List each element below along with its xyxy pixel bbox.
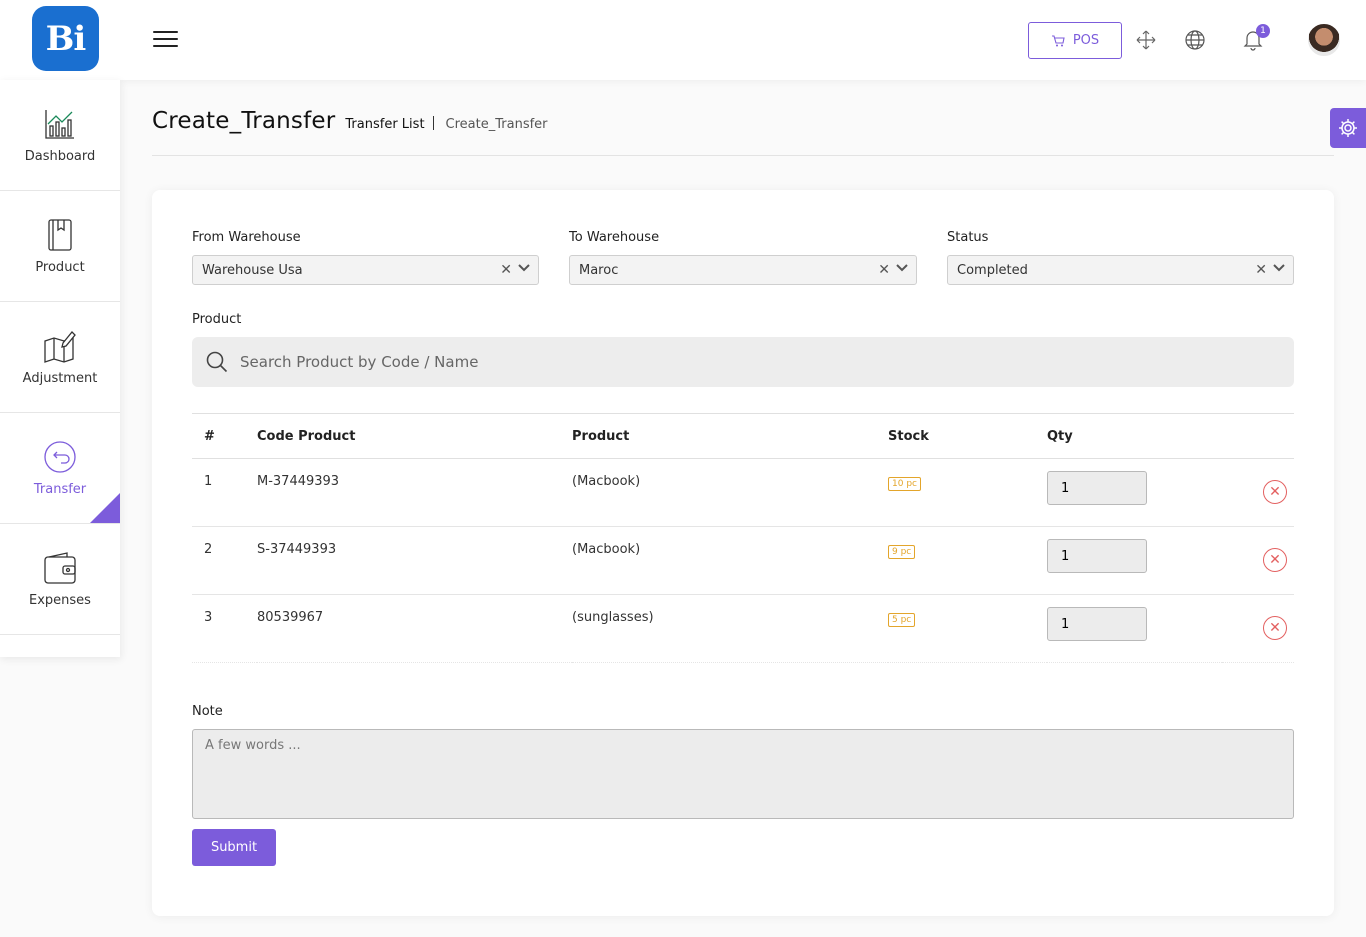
product-code: 80539967 (257, 594, 572, 663)
clear-icon[interactable]: ✕ (878, 262, 890, 278)
column-header-stock: Stock (888, 413, 1047, 459)
column-header-code: Code Product (257, 413, 572, 459)
product-name: (sunglasses) (572, 594, 888, 663)
product-name: (Macbook) (572, 526, 888, 595)
sidebar-item-label: Dashboard (24, 148, 96, 164)
action-cell: ✕ (1222, 458, 1294, 527)
remove-row-icon[interactable]: ✕ (1263, 480, 1287, 504)
search-icon (206, 351, 228, 373)
chevron-down-icon (1273, 264, 1285, 272)
submit-button[interactable]: Submit (192, 829, 276, 866)
table-header-row: # Code Product Product Stock Qty (192, 413, 1294, 459)
products-table: # Code Product Product Stock Qty 1 M-374… (192, 413, 1294, 663)
language-globe-icon[interactable] (1183, 28, 1207, 52)
product-label: Product (192, 312, 242, 327)
column-header-product: Product (572, 413, 888, 459)
sidebar-item-label: Expenses (29, 592, 91, 608)
sidebar-item-label: Transfer (33, 481, 87, 497)
user-avatar[interactable] (1306, 22, 1342, 58)
chevron-down-icon (896, 264, 908, 272)
sidebar: Dashboard Product Adjustment Transfer Ex… (0, 80, 120, 657)
column-header-actions (1222, 413, 1294, 459)
logo-text: Bi (45, 18, 87, 59)
sidebar-item-product[interactable]: Product (0, 191, 120, 302)
column-header-qty: Qty (1047, 413, 1222, 459)
stock-cell: 10 pc (888, 458, 1047, 527)
stock-badge: 5 pc (888, 613, 916, 627)
notification-badge: 1 (1256, 24, 1270, 38)
sidebar-item-expenses[interactable]: Expenses (0, 524, 120, 635)
breadcrumb-current: Create_Transfer (445, 117, 548, 132)
page-title: Create_Transfer (152, 108, 336, 134)
row-number: 3 (192, 594, 257, 663)
action-cell: ✕ (1222, 594, 1294, 663)
menu-toggle-icon[interactable] (153, 31, 178, 49)
qty-input[interactable] (1047, 539, 1147, 573)
remove-row-icon[interactable]: ✕ (1263, 616, 1287, 640)
to-warehouse-label: To Warehouse (569, 230, 660, 245)
product-code: S-37449393 (257, 526, 572, 595)
from-warehouse-label: From Warehouse (192, 230, 301, 245)
from-warehouse-value: Warehouse Usa (202, 262, 303, 278)
action-cell: ✕ (1222, 526, 1294, 595)
clear-icon[interactable]: ✕ (1255, 262, 1267, 278)
product-name: (Macbook) (572, 458, 888, 527)
cart-icon (1051, 34, 1065, 46)
sidebar-item-dashboard[interactable]: Dashboard (0, 80, 120, 191)
row-number: 2 (192, 526, 257, 595)
to-warehouse-select[interactable]: Maroc ✕ (569, 255, 917, 285)
page-header: Create_Transfer Transfer List Create_Tra… (152, 108, 1334, 156)
top-bar: Bi POS 1 (0, 0, 1366, 80)
status-value: Completed (957, 262, 1028, 278)
from-warehouse-select[interactable]: Warehouse Usa ✕ (192, 255, 539, 285)
qty-input[interactable] (1047, 471, 1147, 505)
note-textarea[interactable] (192, 729, 1294, 819)
product-search-input[interactable] (240, 353, 1140, 371)
transfer-icon (43, 440, 77, 474)
stock-badge: 9 pc (888, 545, 916, 559)
breadcrumb-transfer-list[interactable]: Transfer List (345, 117, 424, 132)
status-label: Status (947, 230, 989, 245)
pos-label: POS (1072, 33, 1100, 48)
table-row: 3 80539967 (sunglasses) 5 pc ✕ (192, 594, 1294, 663)
app-logo[interactable]: Bi (32, 6, 99, 71)
product-code: M-37449393 (257, 458, 572, 527)
sidebar-item-transfer[interactable]: Transfer (0, 413, 120, 524)
chevron-down-icon (518, 264, 530, 272)
column-header-number: # (192, 413, 257, 459)
chart-icon (43, 107, 77, 141)
stock-cell: 5 pc (888, 594, 1047, 663)
breadcrumb-separator (432, 116, 434, 130)
transfer-form-card: From Warehouse Warehouse Usa ✕ To Wareho… (152, 190, 1334, 916)
row-number: 1 (192, 458, 257, 527)
clear-icon[interactable]: ✕ (500, 262, 512, 278)
wallet-icon (43, 551, 77, 585)
sidebar-item-adjustment[interactable]: Adjustment (0, 302, 120, 413)
product-search-box (192, 337, 1294, 387)
active-indicator (90, 493, 120, 523)
qty-cell (1047, 458, 1222, 527)
note-label: Note (192, 704, 223, 719)
fullscreen-icon[interactable] (1134, 28, 1158, 52)
table-row: 2 S-37449393 (Macbook) 9 pc ✕ (192, 526, 1294, 595)
status-select[interactable]: Completed ✕ (947, 255, 1294, 285)
to-warehouse-value: Maroc (579, 262, 619, 278)
remove-row-icon[interactable]: ✕ (1263, 548, 1287, 572)
sidebar-item-label: Product (35, 259, 85, 275)
sidebar-item-label: Adjustment (22, 370, 98, 386)
book-icon (43, 218, 77, 252)
stock-cell: 9 pc (888, 526, 1047, 595)
map-edit-icon (43, 329, 77, 363)
qty-input[interactable] (1047, 607, 1147, 641)
settings-gear-icon[interactable] (1330, 108, 1366, 148)
table-row: 1 M-37449393 (Macbook) 10 pc ✕ (192, 458, 1294, 527)
pos-button[interactable]: POS (1028, 22, 1122, 59)
stock-badge: 10 pc (888, 477, 921, 491)
qty-cell (1047, 594, 1222, 663)
qty-cell (1047, 526, 1222, 595)
